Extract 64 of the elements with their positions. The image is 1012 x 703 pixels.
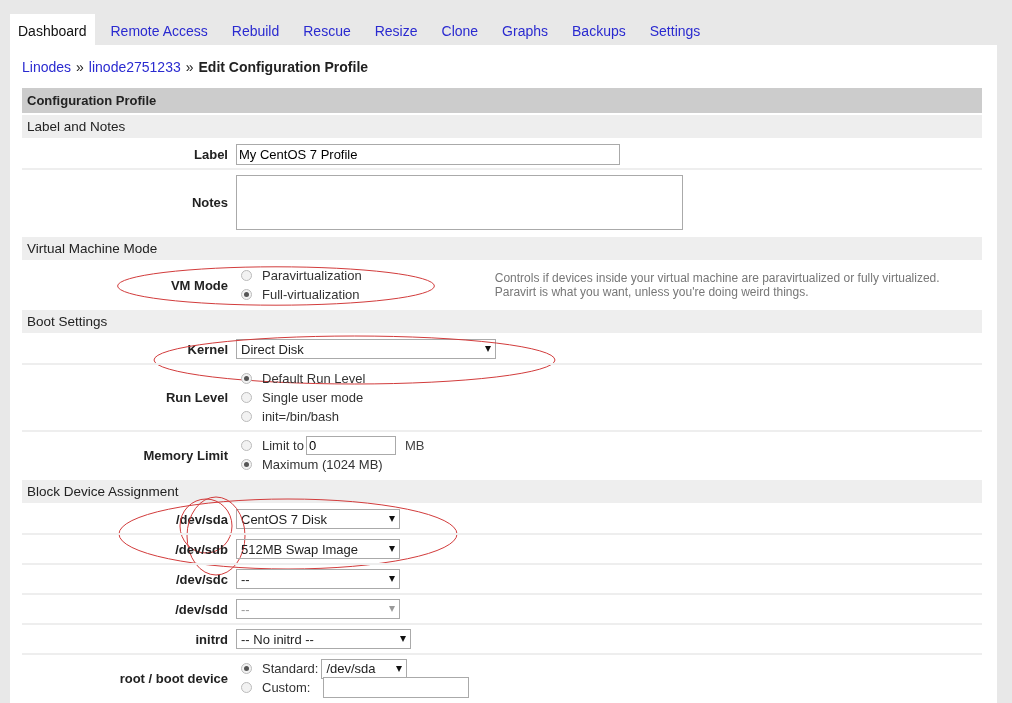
field-label: root / boot device	[119, 670, 228, 686]
option-label: Custom:	[262, 680, 311, 695]
option-label: Full-virtualization	[262, 287, 360, 302]
caret-icon	[396, 665, 403, 672]
radio-button[interactable]	[241, 270, 252, 281]
section-heading: Block Device Assignment	[22, 478, 982, 503]
tab[interactable]: Backups	[564, 14, 634, 45]
field-label: /dev/sdc	[175, 571, 228, 587]
field-label: Run Level	[165, 390, 228, 405]
table-header: Configuration Profile	[22, 88, 982, 113]
caret-icon	[389, 606, 395, 612]
caret-icon	[389, 546, 395, 552]
field-label: Label	[194, 146, 228, 162]
breadcrumb-link[interactable]: Linodes	[22, 59, 72, 75]
label-input[interactable]: My CentOS 7 Profile	[236, 143, 620, 165]
breadcrumb-separator: »	[185, 59, 194, 75]
select-dropdown[interactable]: 512MB Swap Image	[236, 539, 400, 559]
field-label: Kernel	[187, 341, 228, 357]
option-label: Maximum (1024 MB)	[262, 457, 383, 472]
select-dropdown[interactable]: Direct Disk	[236, 339, 496, 359]
page-title: Edit Configuration Profile	[198, 59, 369, 75]
select-dropdown[interactable]: --	[236, 569, 400, 589]
text-input[interactable]: 0	[305, 436, 396, 455]
field-label: Memory Limit	[143, 447, 228, 463]
radio-button[interactable]	[241, 289, 252, 300]
option-label: Paravirtualization	[262, 268, 362, 283]
tab[interactable]: Resize	[366, 14, 426, 45]
radio-button[interactable]	[241, 411, 252, 422]
tab[interactable]: Rebuild	[223, 14, 288, 45]
tab[interactable]: Rescue	[295, 14, 359, 45]
tab[interactable]: Clone	[433, 14, 487, 45]
option-label: Single user mode	[262, 390, 364, 405]
select-dropdown[interactable]: -- No initrd --	[236, 629, 411, 649]
field-label: Notes	[191, 195, 228, 210]
notes-field[interactable]	[236, 175, 683, 230]
section-heading: Label and Notes	[22, 113, 982, 138]
unit-label: MB	[404, 438, 425, 453]
radio-button[interactable]	[241, 440, 252, 451]
caret-icon	[389, 576, 395, 582]
field-label: VM Mode	[170, 277, 228, 293]
section-heading: Boot Settings	[22, 308, 982, 333]
tab[interactable]: Graphs	[494, 14, 557, 45]
radio-button[interactable]	[241, 663, 252, 674]
tab[interactable]: Settings	[641, 14, 709, 45]
option-label: Limit to	[262, 438, 304, 453]
radio-button[interactable]	[241, 682, 252, 693]
field-label: initrd	[195, 631, 228, 647]
caret-icon	[485, 346, 491, 352]
section-heading: Virtual Machine Mode	[22, 235, 982, 260]
tab[interactable]: Dashboard	[10, 14, 95, 45]
radio-button[interactable]	[241, 373, 252, 384]
select-dropdown[interactable]: CentOS 7 Disk	[236, 509, 400, 529]
tab[interactable]: Remote Access	[102, 14, 216, 45]
radio-button[interactable]	[241, 459, 252, 470]
text-input[interactable]	[323, 677, 470, 698]
option-label: Standard:	[262, 661, 319, 676]
field-label: /dev/sdd	[175, 601, 228, 617]
radio-button[interactable]	[241, 392, 252, 403]
caret-icon	[389, 516, 395, 522]
breadcrumb-separator: »	[76, 59, 84, 75]
help-text: Controls if devices inside your virtual machine are paravirtualized or fully virtualized. Paravirt is what you want, unless you're doing weird things.	[494, 271, 941, 299]
breadcrumb-link[interactable]: linode2751233	[88, 59, 181, 75]
option-label: init=/bin/bash	[262, 409, 339, 424]
caret-icon	[400, 636, 406, 642]
